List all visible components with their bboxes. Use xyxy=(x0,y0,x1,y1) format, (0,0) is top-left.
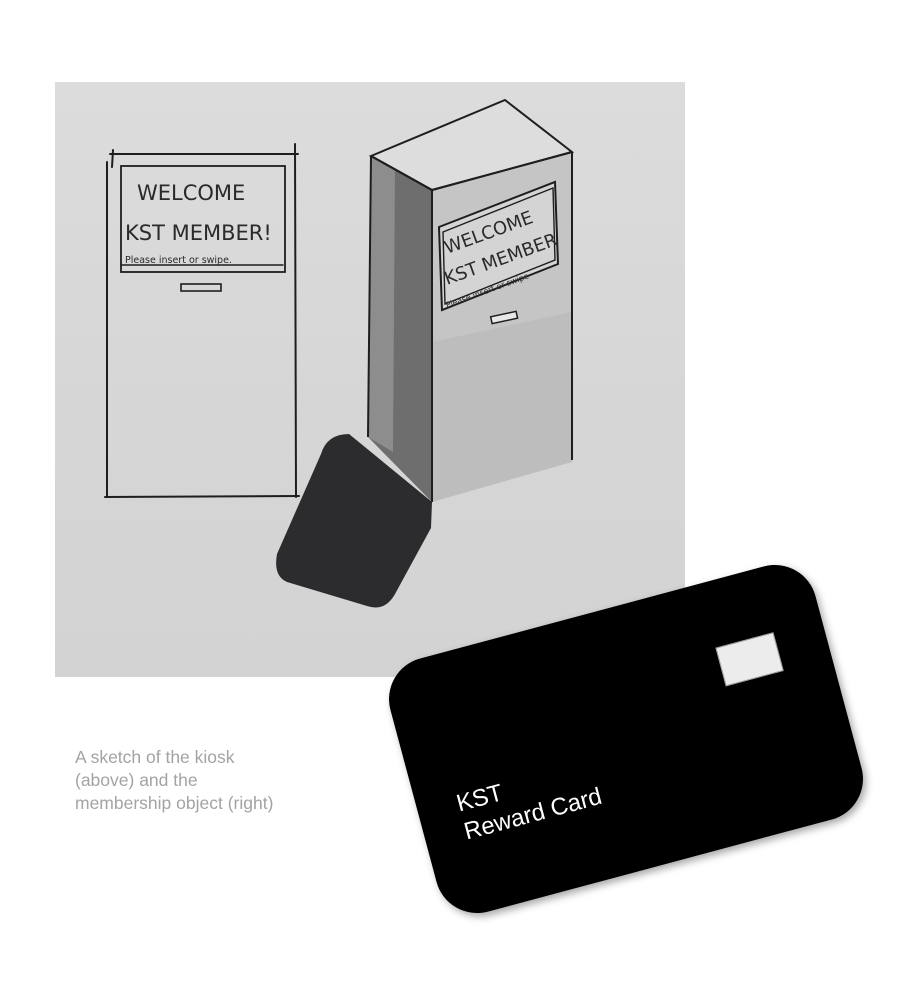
caption-line-3: membership object (right) xyxy=(75,793,274,813)
caption-line-2: (above) and the xyxy=(75,770,198,790)
card-label: KST Reward Card xyxy=(453,754,605,847)
kiosk-sketch-drawing: WELCOME KST MEMBER! Please insert or swi… xyxy=(104,98,575,608)
card-chip-icon xyxy=(715,632,784,687)
flat-screen-line3: Please insert or swipe. xyxy=(125,255,232,266)
kiosk-sketch-photo: WELCOME KST MEMBER! Please insert or swi… xyxy=(55,82,685,677)
flat-screen-line2: KST MEMBER! xyxy=(125,221,272,245)
angled-kiosk-drawing xyxy=(276,98,575,608)
flat-screen-line1: WELCOME xyxy=(137,181,245,205)
flat-kiosk-screen-text: WELCOME KST MEMBER! Please insert or swi… xyxy=(125,181,272,266)
caption-line-1: A sketch of the kiosk xyxy=(75,747,235,767)
sketch-caption: A sketch of the kiosk (above) and the me… xyxy=(75,746,375,815)
